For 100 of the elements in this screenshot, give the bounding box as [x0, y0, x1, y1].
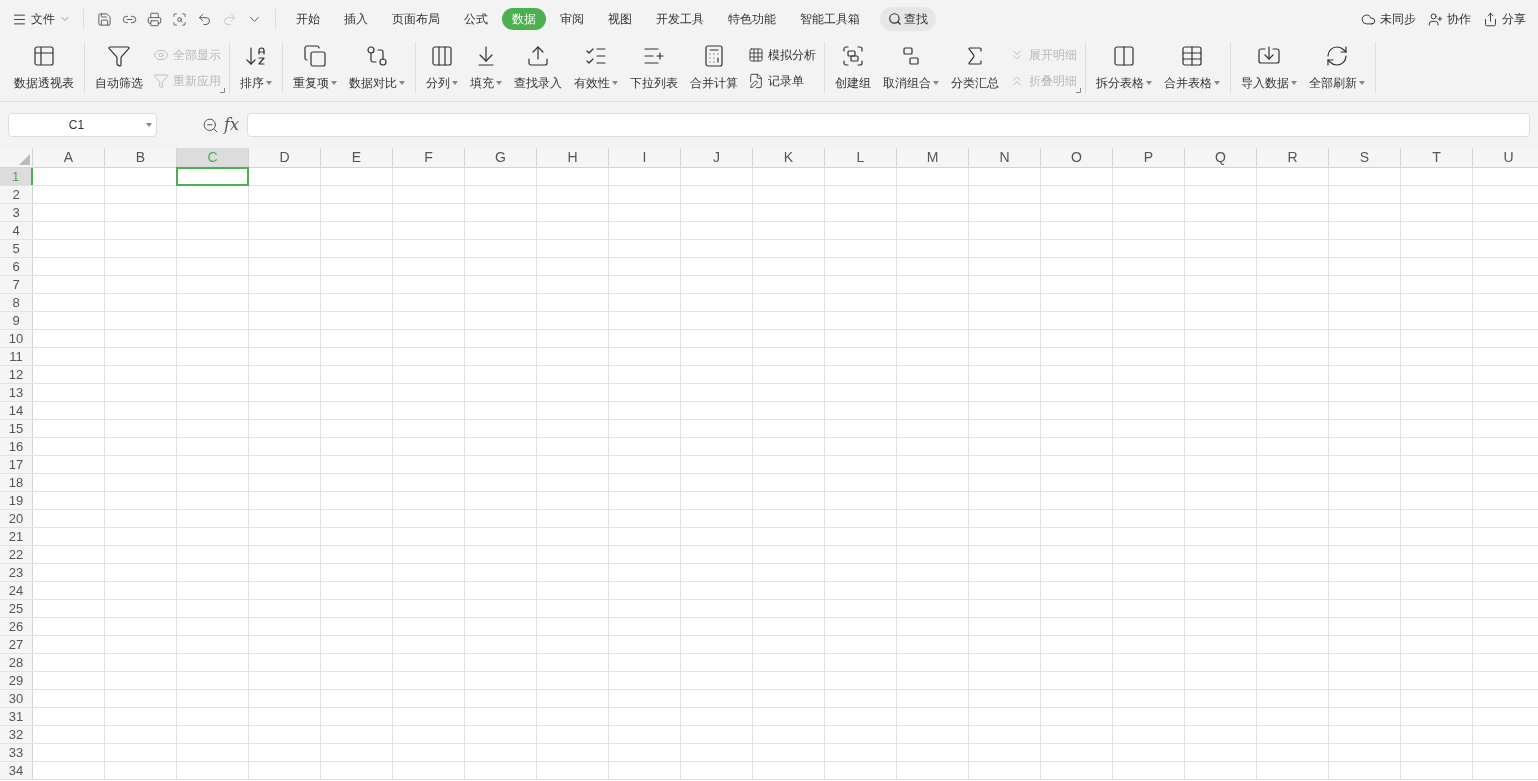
- ribbon-button[interactable]: 排序: [234, 42, 278, 93]
- ribbon-button[interactable]: 数据对比: [343, 42, 411, 93]
- row-header[interactable]: 7: [0, 276, 33, 293]
- row-header[interactable]: 15: [0, 420, 33, 437]
- row-header[interactable]: 31: [0, 708, 33, 725]
- column-header[interactable]: T: [1401, 148, 1473, 167]
- select-all-icon[interactable]: [19, 154, 30, 165]
- ribbon-button[interactable]: 拆分表格: [1090, 42, 1158, 93]
- row-header[interactable]: 11: [0, 348, 33, 365]
- ribbon-tab[interactable]: 审阅: [550, 8, 594, 30]
- ribbon-button[interactable]: 创建组: [829, 42, 877, 93]
- row-header[interactable]: 14: [0, 402, 33, 419]
- column-header[interactable]: S: [1329, 148, 1401, 167]
- column-header[interactable]: E: [321, 148, 393, 167]
- active-cell[interactable]: [176, 167, 249, 186]
- columns-icon: [1112, 43, 1136, 68]
- save-icon: [97, 11, 112, 27]
- column-header[interactable]: N: [969, 148, 1041, 167]
- column-header[interactable]: R: [1257, 148, 1329, 167]
- ribbon-tab[interactable]: 特色功能: [718, 8, 786, 30]
- ribbon-tab[interactable]: 智能工具箱: [790, 8, 870, 30]
- ribbon-button[interactable]: 导入数据: [1235, 42, 1303, 93]
- ribbon-button[interactable]: 自动筛选: [89, 42, 149, 93]
- ribbon-button[interactable]: 填充: [464, 42, 508, 93]
- row-header[interactable]: 16: [0, 438, 33, 455]
- row-header[interactable]: 27: [0, 636, 33, 653]
- row-header[interactable]: 26: [0, 618, 33, 635]
- column-header[interactable]: F: [393, 148, 465, 167]
- filter-icon: [153, 72, 169, 89]
- ribbon-tab[interactable]: 插入: [334, 8, 378, 30]
- column-header[interactable]: K: [753, 148, 825, 167]
- row-header[interactable]: 6: [0, 258, 33, 275]
- ribbon-button[interactable]: 合并表格: [1158, 42, 1226, 93]
- ribbon-button[interactable]: 有效性: [568, 42, 624, 93]
- row-header[interactable]: 23: [0, 564, 33, 581]
- zoom-out-icon[interactable]: [202, 116, 219, 134]
- ribbon-button[interactable]: 查找录入: [508, 42, 568, 93]
- row-header[interactable]: 25: [0, 600, 33, 617]
- row-header[interactable]: 8: [0, 294, 33, 311]
- ribbon-tab[interactable]: 开发工具: [646, 8, 714, 30]
- toolbar-action[interactable]: 分享: [1483, 10, 1526, 28]
- table-icon: [1180, 43, 1204, 68]
- row-header[interactable]: 19: [0, 492, 33, 509]
- ribbon-button[interactable]: 记录单: [748, 70, 816, 91]
- row-header[interactable]: 5: [0, 240, 33, 257]
- row-header[interactable]: 12: [0, 366, 33, 383]
- launcher-icon[interactable]: [1076, 88, 1081, 93]
- row-header[interactable]: 17: [0, 456, 33, 473]
- column-header[interactable]: D: [249, 148, 321, 167]
- row-header[interactable]: 32: [0, 726, 33, 743]
- column-header[interactable]: G: [465, 148, 537, 167]
- row-header[interactable]: 18: [0, 474, 33, 491]
- ribbon-button[interactable]: 模拟分析: [748, 44, 816, 65]
- launcher-icon[interactable]: [220, 88, 225, 93]
- row-header[interactable]: 21: [0, 528, 33, 545]
- row-header[interactable]: 9: [0, 312, 33, 329]
- column-header[interactable]: J: [681, 148, 753, 167]
- ribbon-button[interactable]: 下拉列表: [624, 42, 684, 93]
- ribbon-button[interactable]: 取消组合: [877, 42, 945, 93]
- function-label[interactable]: fx: [224, 113, 239, 137]
- search-button[interactable]: 查找: [880, 7, 936, 31]
- toolbar-action[interactable]: 协作: [1428, 10, 1471, 28]
- row-header[interactable]: 10: [0, 330, 33, 347]
- ribbon-tab[interactable]: 公式: [454, 8, 498, 30]
- name-box[interactable]: C1: [8, 113, 157, 137]
- ribbon-button[interactable]: 合并计算: [684, 42, 744, 93]
- column-header[interactable]: Q: [1185, 148, 1257, 167]
- ribbon-button[interactable]: 分列: [420, 42, 464, 93]
- row-header[interactable]: 2: [0, 186, 33, 203]
- column-header[interactable]: M: [897, 148, 969, 167]
- row-header[interactable]: 3: [0, 204, 33, 221]
- row-header[interactable]: 20: [0, 510, 33, 527]
- ribbon-tab[interactable]: 开始: [286, 8, 330, 30]
- column-header[interactable]: H: [537, 148, 609, 167]
- ribbon-tab[interactable]: 视图: [598, 8, 642, 30]
- ribbon-tab[interactable]: 页面布局: [382, 8, 450, 30]
- row-header[interactable]: 34: [0, 762, 33, 779]
- ribbon-button[interactable]: 数据透视表: [8, 42, 80, 93]
- column-header[interactable]: U: [1473, 148, 1538, 167]
- file-menu[interactable]: 文件: [12, 10, 71, 28]
- column-header[interactable]: I: [609, 148, 681, 167]
- row-header[interactable]: 30: [0, 690, 33, 707]
- ribbon-button[interactable]: 全部刷新: [1303, 42, 1371, 93]
- row-header[interactable]: 4: [0, 222, 33, 239]
- row-header[interactable]: 29: [0, 672, 33, 689]
- menu-icon: [12, 11, 27, 27]
- row-header[interactable]: 33: [0, 744, 33, 761]
- column-header[interactable]: L: [825, 148, 897, 167]
- filter-icon: [107, 43, 131, 68]
- row-header[interactable]: 24: [0, 582, 33, 599]
- ribbon-button[interactable]: 分类汇总: [945, 42, 1005, 93]
- column-header[interactable]: O: [1041, 148, 1113, 167]
- row-header[interactable]: 22: [0, 546, 33, 563]
- row-header[interactable]: 28: [0, 654, 33, 671]
- ribbon-button[interactable]: 重复项: [287, 42, 343, 93]
- column-header[interactable]: P: [1113, 148, 1185, 167]
- row-header[interactable]: 13: [0, 384, 33, 401]
- formula-input[interactable]: [246, 113, 1530, 137]
- toolbar-action[interactable]: 未同步: [1361, 10, 1416, 28]
- column-header[interactable]: A: [33, 148, 105, 167]
